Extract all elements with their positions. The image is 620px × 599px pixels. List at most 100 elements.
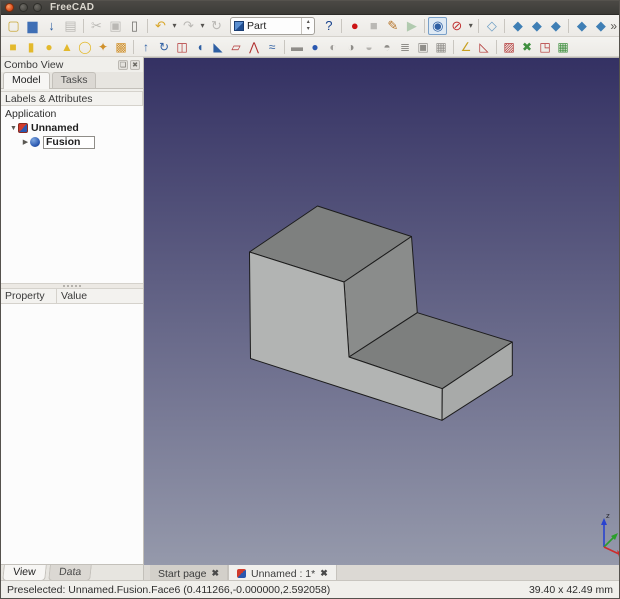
document-icon bbox=[18, 123, 28, 133]
property-table-body bbox=[1, 304, 143, 564]
boolean-button[interactable]: ● bbox=[306, 38, 324, 55]
window-title: FreeCAD bbox=[50, 2, 95, 13]
toolbar-separator bbox=[133, 39, 134, 54]
close-panel-button[interactable]: ✖ bbox=[130, 59, 140, 70]
fusion-icon bbox=[30, 137, 40, 147]
draw-style-dropdown[interactable]: ▾ bbox=[466, 17, 475, 35]
toolbar-overflow-button[interactable]: » bbox=[610, 19, 617, 33]
close-tab-icon[interactable]: ✖ bbox=[211, 568, 219, 579]
view-front-button[interactable]: ◆ bbox=[508, 17, 527, 35]
part-box-button[interactable]: ■ bbox=[4, 38, 22, 55]
undo-dropdown[interactable]: ▾ bbox=[170, 17, 179, 35]
document-tab-icon bbox=[237, 569, 246, 578]
macro-stop-button[interactable]: ■ bbox=[364, 17, 383, 35]
part-cylinder-button[interactable]: ▮ bbox=[22, 38, 40, 55]
toolbar-file: ▢ ▆ ↓ ▤ ✂ ▣ ▯ ↶ ▾ ↷ ▾ ↻ Part ▴ ▾ ? ● ■ ✎ ▶ ◉ ⊘ ▾ ◇ ◆ ◆ ◆ ◆ ◆ » bbox=[1, 15, 619, 37]
part-torus-button[interactable]: ◯ bbox=[76, 38, 94, 55]
paste-button[interactable]: ▯ bbox=[125, 17, 144, 35]
combo-view-title: Combo View bbox=[4, 58, 64, 71]
toolbar-separator bbox=[496, 39, 497, 54]
cross-sections-button[interactable]: ≣ bbox=[396, 38, 414, 55]
document-label: Unnamed bbox=[31, 122, 79, 134]
tab-tasks[interactable]: Tasks bbox=[51, 72, 97, 88]
spinner-down-icon: ▾ bbox=[306, 25, 310, 32]
float-panel-button[interactable]: ❏ bbox=[118, 59, 128, 70]
boolean-common-button[interactable]: ◒ bbox=[360, 38, 378, 55]
workbench-combo-spinner[interactable]: ▴ ▾ bbox=[301, 17, 314, 34]
view-bottom-button[interactable]: ◆ bbox=[591, 17, 610, 35]
property-column-header: Property bbox=[1, 289, 57, 303]
model-tree: Application ▼ Unnamed ▶ Fusion bbox=[1, 106, 143, 284]
sweep-button[interactable]: ≈ bbox=[263, 38, 281, 55]
toolbar-separator bbox=[478, 18, 480, 33]
cut-button[interactable]: ✂ bbox=[87, 17, 106, 35]
open-file-button[interactable]: ▆ bbox=[23, 17, 42, 35]
start-page-tab-label: Start page bbox=[158, 567, 207, 580]
tree-root-application[interactable]: Application bbox=[1, 107, 143, 121]
chamfer-button[interactable]: ◣ bbox=[209, 38, 227, 55]
revolve-button[interactable]: ↻ bbox=[155, 38, 173, 55]
close-tab-icon[interactable]: ✖ bbox=[320, 568, 328, 579]
make-face-button[interactable]: ▱ bbox=[227, 38, 245, 55]
tab-data[interactable]: Data bbox=[47, 565, 92, 581]
tab-model[interactable]: Model bbox=[3, 72, 50, 89]
loft-button[interactable]: ⋀ bbox=[245, 38, 263, 55]
part-primitives-button[interactable]: ✦ bbox=[94, 38, 112, 55]
view-isometric-button[interactable]: ◇ bbox=[482, 17, 501, 35]
tree-item-fusion[interactable]: ▶ Fusion bbox=[1, 135, 143, 149]
measure-refresh-button[interactable]: ▨ bbox=[500, 38, 518, 55]
close-window-button[interactable] bbox=[5, 3, 14, 12]
tree-root-label: Application bbox=[5, 108, 57, 120]
toolbar-file-right: ? ● ■ ✎ ▶ ◉ ⊘ ▾ ◇ ◆ ◆ ◆ ◆ ◆ bbox=[319, 16, 610, 35]
undo-button[interactable]: ↶ bbox=[151, 17, 170, 35]
macro-edit-button[interactable]: ✎ bbox=[383, 17, 402, 35]
copy-button[interactable]: ▣ bbox=[106, 17, 125, 35]
extrude-button[interactable]: ↑ bbox=[137, 38, 155, 55]
fillet-button[interactable]: ◖ bbox=[191, 38, 209, 55]
tree-item-document[interactable]: ▼ Unnamed bbox=[1, 121, 143, 135]
spinner-up-icon: ▴ bbox=[306, 18, 310, 25]
measure-angular-button[interactable]: ◺ bbox=[475, 38, 493, 55]
thickness-button[interactable]: ▦ bbox=[432, 38, 450, 55]
measure-linear-button[interactable]: ∠ bbox=[457, 38, 475, 55]
shape-builder-button[interactable]: ▩ bbox=[112, 38, 130, 55]
whats-this-button[interactable]: ? bbox=[319, 17, 338, 35]
new-file-button[interactable]: ▢ bbox=[4, 17, 23, 35]
workbench-selected-value: Part bbox=[247, 19, 267, 32]
toolbar-file-left: ▢ ▆ ↓ ▤ ✂ ▣ ▯ ↶ ▾ ↷ ▾ ↻ bbox=[4, 17, 226, 35]
maximize-window-button[interactable] bbox=[33, 3, 42, 12]
section-button[interactable]: ◓ bbox=[378, 38, 396, 55]
view-right-button[interactable]: ◆ bbox=[546, 17, 565, 35]
tab-view[interactable]: View bbox=[2, 565, 47, 581]
tree-column-header: Labels & Attributes bbox=[1, 91, 143, 106]
compound-button[interactable]: ▬ bbox=[288, 38, 306, 55]
part-cone-button[interactable]: ▲ bbox=[58, 38, 76, 55]
view-top-button[interactable]: ◆ bbox=[527, 17, 546, 35]
refresh-button[interactable]: ↻ bbox=[207, 17, 226, 35]
minimize-window-button[interactable] bbox=[19, 3, 28, 12]
toggle-measurement-delta-button[interactable]: ▦ bbox=[554, 38, 572, 55]
toolbar-separator bbox=[453, 39, 454, 54]
print-button[interactable]: ▤ bbox=[61, 17, 80, 35]
3d-viewport[interactable]: z y x bbox=[144, 57, 619, 565]
measure-clear-all-button[interactable]: ✖ bbox=[518, 38, 536, 55]
view-rear-button[interactable]: ◆ bbox=[572, 17, 591, 35]
redo-button[interactable]: ↷ bbox=[179, 17, 198, 35]
collapse-arrow-icon[interactable]: ▶ bbox=[21, 138, 30, 146]
boolean-union-button[interactable]: ◑ bbox=[342, 38, 360, 55]
macro-play-button[interactable]: ▶ bbox=[402, 17, 421, 35]
save-button[interactable]: ↓ bbox=[42, 17, 61, 35]
mirror-button[interactable]: ◫ bbox=[173, 38, 191, 55]
part-sphere-button[interactable]: ● bbox=[40, 38, 58, 55]
offset-3d-button[interactable]: ▣ bbox=[414, 38, 432, 55]
toolbar-part: ■ ▮ ● ▲ ◯ ✦ ▩ ↑ ↻ ◫ ◖ ◣ ▱ ⋀ ≈ ▬ ● ◐ ◑ ◒ ◓ ≣ ▣ ▦ ∠ ◺ ▨ ✖ ◳ ▦ bbox=[1, 37, 619, 57]
status-dimensions: 39.40 x 42.49 mm bbox=[528, 583, 613, 596]
boolean-cut-button[interactable]: ◐ bbox=[324, 38, 342, 55]
macro-record-button[interactable]: ● bbox=[345, 17, 364, 35]
workbench-selector[interactable]: Part ▴ ▾ bbox=[230, 16, 316, 35]
toggle-measurement-3d-button[interactable]: ◳ bbox=[536, 38, 554, 55]
redo-dropdown[interactable]: ▾ bbox=[198, 17, 207, 35]
expand-arrow-icon[interactable]: ▼ bbox=[9, 125, 18, 132]
fit-all-button[interactable]: ◉ bbox=[428, 16, 448, 35]
draw-style-button[interactable]: ⊘ bbox=[447, 17, 466, 35]
